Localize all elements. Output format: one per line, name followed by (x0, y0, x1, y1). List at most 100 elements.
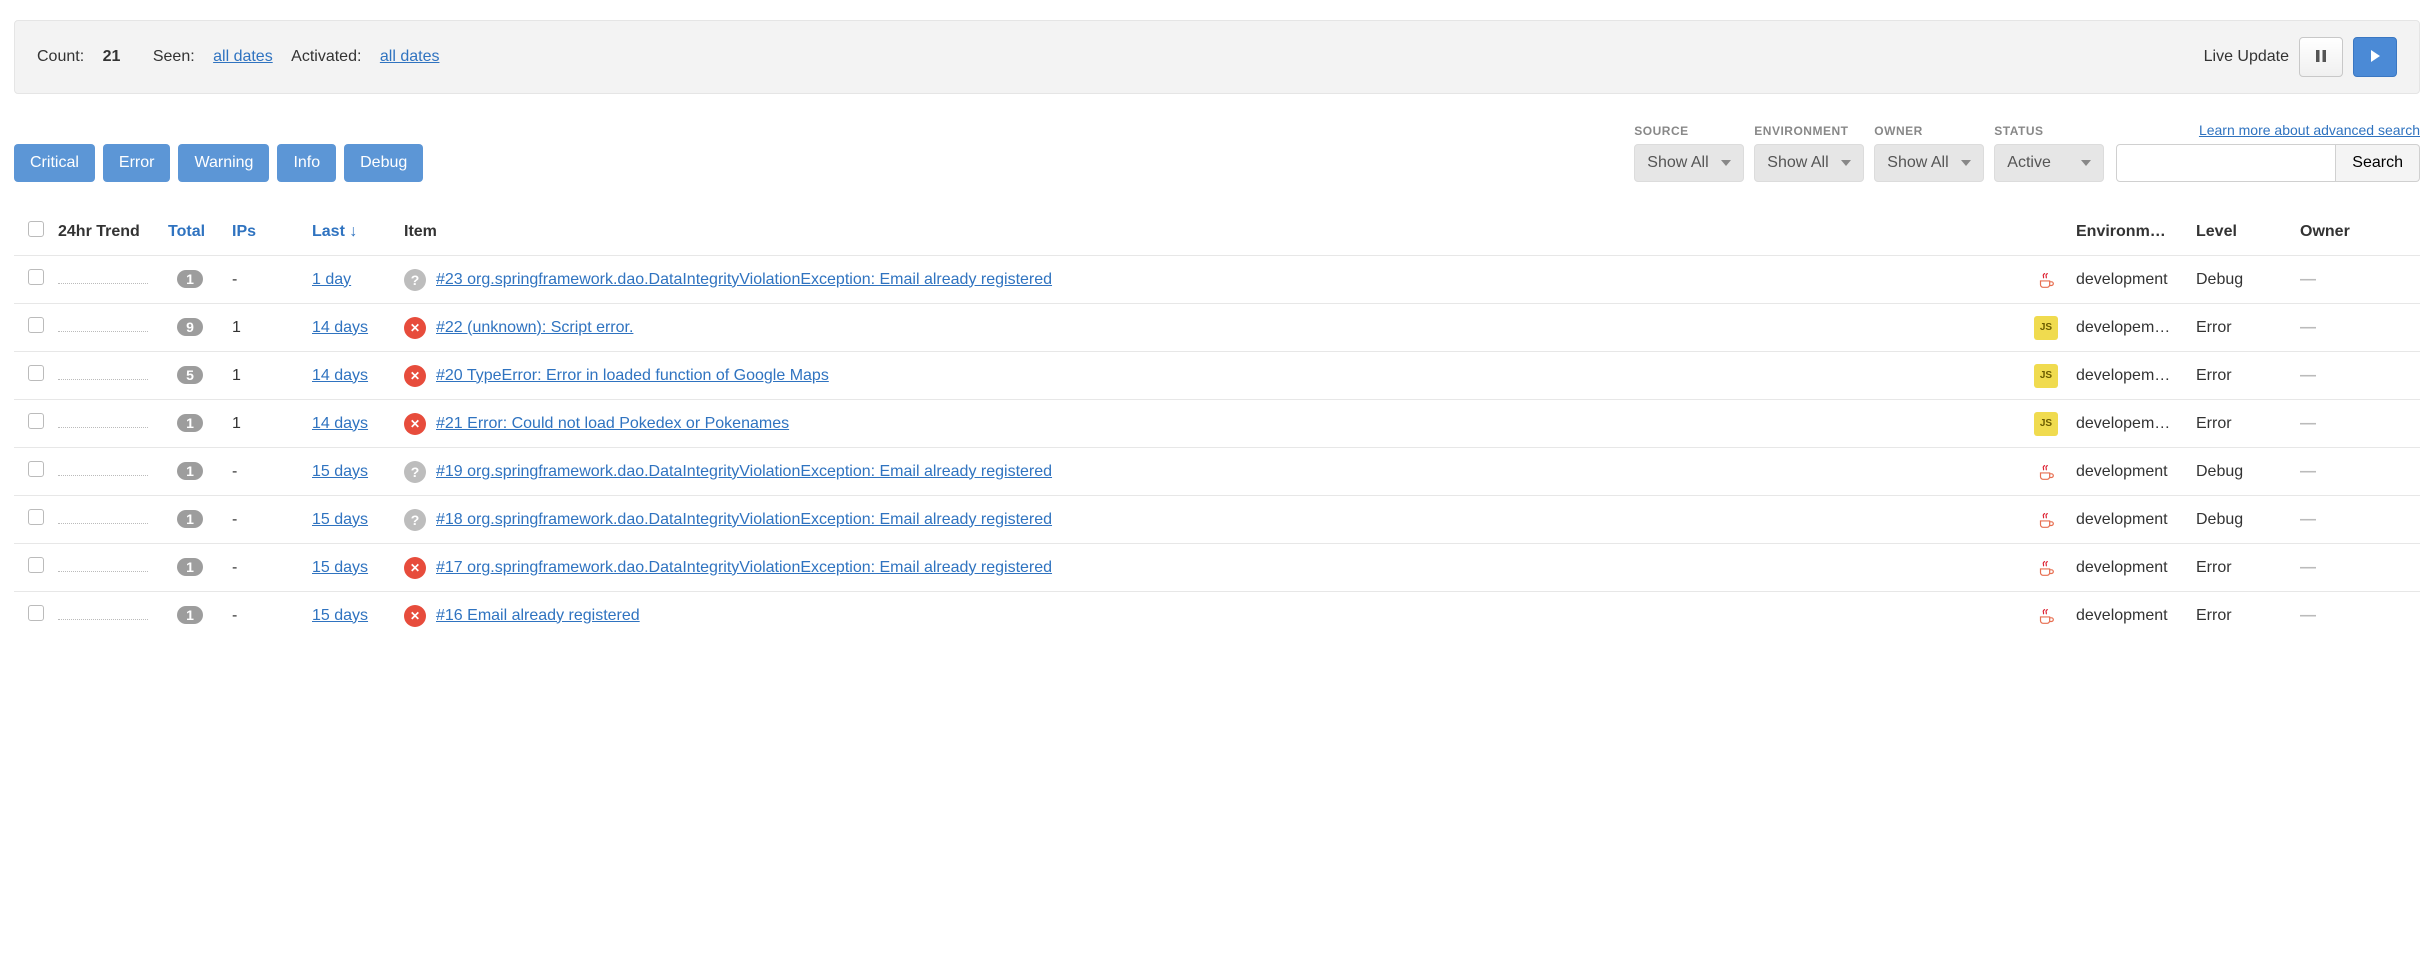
trend-sparkline (58, 466, 148, 476)
row-checkbox[interactable] (28, 557, 44, 573)
item-link[interactable]: #16 Email already registered (436, 607, 640, 625)
level-value: Error (2186, 352, 2290, 400)
status-summary: Count: 21 Seen: all dates Activated: all… (37, 48, 453, 66)
environment-value: development (2066, 544, 2186, 592)
environment-value: development (2066, 448, 2186, 496)
error-icon (404, 605, 426, 627)
total-badge: 1 (177, 462, 203, 480)
java-icon (2034, 604, 2058, 628)
filter-dropdown-owner[interactable]: Show All (1874, 144, 1984, 182)
filter-value: Active (2007, 154, 2051, 172)
last-seen-link[interactable]: 15 days (312, 559, 368, 576)
row-checkbox[interactable] (28, 413, 44, 429)
level-filter-critical[interactable]: Critical (14, 144, 95, 182)
ips-value: - (222, 448, 302, 496)
level-filter-info[interactable]: Info (277, 144, 336, 182)
table-row: 1-15 days#16 Email already registereddev… (14, 592, 2420, 640)
level-value: Error (2186, 304, 2290, 352)
total-badge: 1 (177, 270, 203, 288)
last-seen-link[interactable]: 14 days (312, 319, 368, 336)
item-link[interactable]: #23 org.springframework.dao.DataIntegrit… (436, 271, 1052, 289)
advanced-search-link[interactable]: Learn more about advanced search (2199, 122, 2420, 138)
search-button[interactable]: Search (2336, 144, 2420, 182)
chevron-down-icon (2081, 160, 2091, 166)
owner-value: — (2300, 415, 2316, 432)
chevron-down-icon (1721, 160, 1731, 166)
level-value: Debug (2186, 256, 2290, 304)
total-badge: 5 (177, 366, 203, 384)
seen-filter-link[interactable]: all dates (213, 48, 273, 65)
java-icon (2034, 460, 2058, 484)
filter-source: SOURCE Show All (1634, 124, 1744, 182)
row-checkbox[interactable] (28, 365, 44, 381)
table-row: 1 -15 days #19 org.springframework.dao.Dat… (14, 448, 2420, 496)
row-checkbox[interactable] (28, 317, 44, 333)
total-badge: 1 (177, 558, 203, 576)
last-seen-link[interactable]: 15 days (312, 511, 368, 528)
error-icon (404, 557, 426, 579)
play-button[interactable] (2353, 37, 2397, 77)
item-link[interactable]: #20 TypeError: Error in loaded function … (436, 367, 829, 385)
item-link[interactable]: #17 org.springframework.dao.DataIntegrit… (436, 559, 1052, 577)
col-last[interactable]: Last ↓ (302, 210, 394, 256)
search-area: Learn more about advanced search Search (2116, 122, 2420, 182)
environment-value: development (2066, 496, 2186, 544)
filter-owner: OWNERShow All (1874, 124, 1984, 182)
filter-label: STATUS (1994, 124, 2104, 138)
table-row: 1-1 day#23 org.springframework.dao.DataI… (14, 256, 2420, 304)
activated-filter-link[interactable]: all dates (380, 48, 440, 65)
level-filter-debug[interactable]: Debug (344, 144, 423, 182)
level-filter-warning[interactable]: Warning (178, 144, 269, 182)
row-checkbox[interactable] (28, 461, 44, 477)
last-seen-link[interactable]: 1 day (312, 271, 351, 288)
filter-value: Show All (1767, 154, 1828, 172)
pause-icon (2314, 49, 2328, 66)
question-icon (404, 461, 426, 483)
trend-sparkline (58, 274, 148, 284)
col-owner: Owner (2290, 210, 2420, 256)
row-checkbox[interactable] (28, 269, 44, 285)
last-seen-link[interactable]: 15 days (312, 463, 368, 480)
level-filter-error[interactable]: Error (103, 144, 171, 182)
table-row: 1 -15 days #18 org.springframework.dao.Dat… (14, 496, 2420, 544)
filter-value: Show All (1887, 154, 1948, 172)
col-level: Level (2186, 210, 2290, 256)
ips-value: - (222, 544, 302, 592)
trend-sparkline (58, 418, 148, 428)
filter-dropdown-source[interactable]: Show All (1634, 144, 1744, 182)
java-icon (2034, 268, 2058, 292)
ips-value: - (222, 496, 302, 544)
filter-dropdowns: SOURCEShow AllENVIRONMENTShow AllOWNERSh… (1634, 124, 2108, 182)
filter-dropdown-status[interactable]: Active (1994, 144, 2104, 182)
error-icon (404, 317, 426, 339)
filter-label: SOURCE (1634, 124, 1744, 138)
question-icon (404, 269, 426, 291)
search-input[interactable] (2116, 144, 2336, 182)
level-value: Error (2186, 544, 2290, 592)
table-row: 5114 days#20 TypeError: Error in loaded … (14, 352, 2420, 400)
last-seen-link[interactable]: 14 days (312, 367, 368, 384)
filter-dropdown-environment[interactable]: Show All (1754, 144, 1864, 182)
live-update: Live Update (2204, 37, 2397, 77)
col-env: Environm… (2066, 210, 2186, 256)
total-badge: 1 (177, 510, 203, 528)
col-ips[interactable]: IPs (222, 210, 302, 256)
pause-button[interactable] (2299, 37, 2343, 77)
row-checkbox[interactable] (28, 605, 44, 621)
item-link[interactable]: #19 org.springframework.dao.DataIntegrit… (436, 463, 1052, 481)
chevron-down-icon (1961, 160, 1971, 166)
trend-sparkline (58, 514, 148, 524)
item-link[interactable]: #18 org.springframework.dao.DataIntegrit… (436, 511, 1052, 529)
row-checkbox[interactable] (28, 509, 44, 525)
last-seen-link[interactable]: 15 days (312, 607, 368, 624)
last-seen-link[interactable]: 14 days (312, 415, 368, 432)
trend-sparkline (58, 370, 148, 380)
select-all-checkbox[interactable] (28, 221, 44, 237)
item-link[interactable]: #22 (unknown): Script error. (436, 319, 633, 337)
trend-sparkline (58, 562, 148, 572)
items-table: 24hr Trend Total IPs Last ↓ Item Environ… (14, 210, 2420, 639)
col-item: Item (394, 210, 2024, 256)
item-link[interactable]: #21 Error: Could not load Pokedex or Pok… (436, 415, 789, 433)
trend-sparkline (58, 610, 148, 620)
col-total[interactable]: Total (158, 210, 222, 256)
